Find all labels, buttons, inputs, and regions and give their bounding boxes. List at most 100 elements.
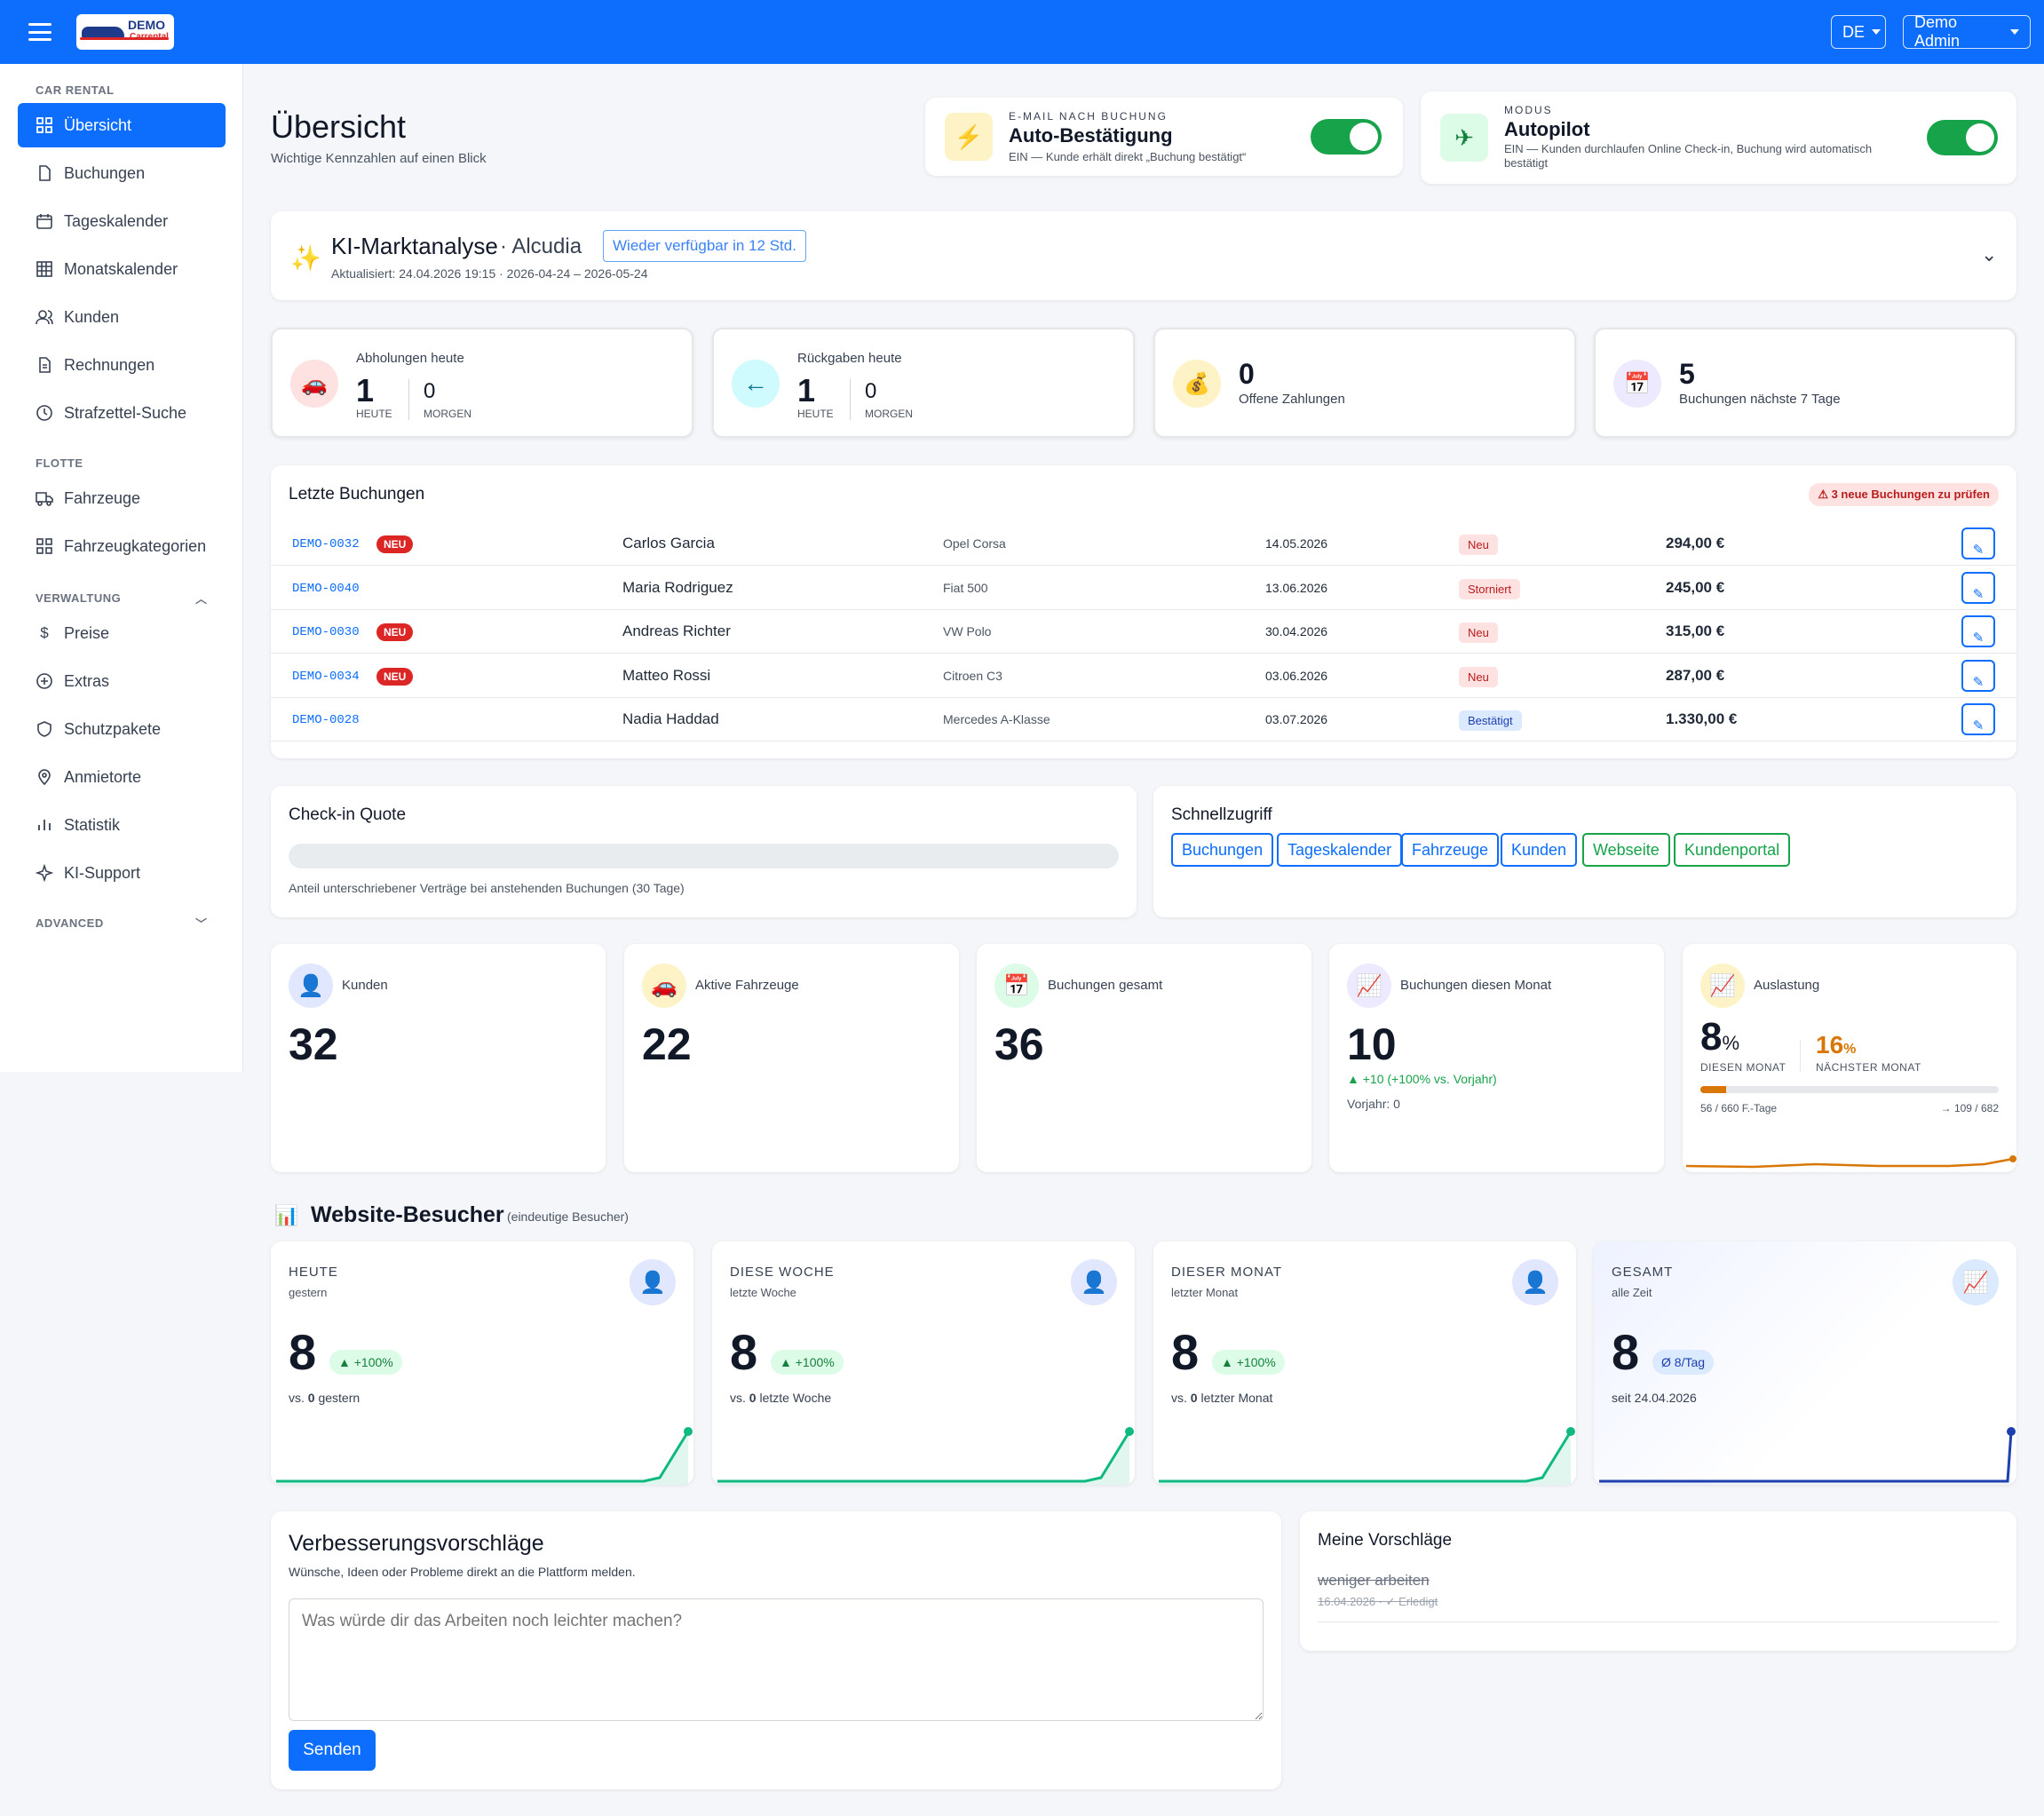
booking-price: 245,00 €	[1666, 578, 1725, 596]
booking-id[interactable]: DEMO-0040	[292, 582, 360, 596]
booking-id[interactable]: DEMO-0030	[292, 625, 360, 639]
sidebar-item-anmietorte[interactable]: Anmietorte	[18, 755, 226, 799]
sidebar-item-uebersicht[interactable]: Übersicht	[18, 103, 226, 147]
visitor-card: HEUTE gestern 👤 8 ▲ +100% vs. 0 gestern	[271, 1241, 693, 1485]
visitor-sparkline	[276, 1427, 693, 1485]
quick-link-kundenportal[interactable]: Kundenportal	[1674, 833, 1791, 867]
utilization-sparkline	[1685, 1155, 2016, 1169]
edit-button[interactable]: ✎	[1961, 571, 1995, 604]
sidebar-item-extras[interactable]: Extras	[18, 659, 226, 703]
sidebar-item-rechnungen[interactable]: Rechnungen	[18, 343, 226, 387]
edit-button[interactable]: ✎	[1961, 527, 1995, 559]
feedback-textarea[interactable]	[289, 1598, 1264, 1721]
autopilot-toggle[interactable]	[1927, 120, 1998, 155]
chevron-down-icon[interactable]: ⌄	[1981, 243, 1997, 266]
feedback-subtitle: Wünsche, Ideen oder Probleme direkt an d…	[289, 1565, 636, 1579]
sidebar-item-ki-support[interactable]: KI-Support	[18, 851, 226, 895]
quick-link-webseite[interactable]: Webseite	[1582, 833, 1670, 867]
sidebar-item-label: Tageskalender	[64, 211, 169, 230]
my-suggestions-card: Meine Vorschläge weniger arbeiten 16.04.…	[1300, 1511, 2016, 1651]
feedback-title: Verbesserungsvorschläge	[289, 1531, 544, 1556]
sidebar-item-label: KI-Support	[64, 863, 141, 882]
kpi-bookings-month-prev: Vorjahr: 0	[1347, 1097, 1400, 1111]
language-dropdown[interactable]: DE	[1831, 15, 1886, 49]
sidebar-item-label: Extras	[64, 671, 110, 690]
user-dropdown[interactable]: Demo Admin	[1903, 13, 2031, 50]
table-row[interactable]: DEMO-0034 NEU Matteo Rossi Citroen C3 03.06.…	[271, 654, 2016, 698]
section-car-rental: CAR RENTAL	[36, 83, 115, 97]
kpi-customers-card: 👤 Kunden 32	[271, 944, 606, 1172]
feedback-card: Verbesserungsvorschläge Wünsche, Ideen o…	[271, 1511, 1281, 1789]
booking-price: 294,00 €	[1666, 535, 1725, 551]
returns-today: 1	[797, 372, 816, 408]
sidebar-item-preise[interactable]: $ Preise	[18, 611, 226, 655]
kpi-customers-label: Kunden	[342, 978, 388, 993]
lightning-icon: ⚡	[945, 113, 993, 161]
chart-up-icon: 📈	[1347, 964, 1391, 1008]
sidebar-item-statistik[interactable]: Statistik	[18, 803, 226, 847]
submit-button[interactable]: Senden	[289, 1730, 376, 1771]
visitor-sparkline	[1159, 1427, 1575, 1485]
pickups-today-label: HEUTE	[356, 408, 392, 420]
booking-price: 287,00 €	[1666, 666, 1725, 684]
sidebar-item-fahrzeuge[interactable]: Fahrzeuge	[18, 476, 226, 520]
table-row[interactable]: DEMO-0032 NEU Carlos Garcia Opel Corsa 14.05…	[271, 522, 2016, 566]
sidebar-item-tageskalender[interactable]: Tageskalender	[18, 199, 226, 243]
sidebar-item-schutzpakete[interactable]: Schutzpakete	[18, 707, 226, 751]
sidebar-item-buchungen[interactable]: Buchungen	[18, 151, 226, 195]
table-row[interactable]: DEMO-0040 Maria Rodriguez Fiat 500 13.06.20…	[271, 567, 2016, 610]
pencil-icon: ✎	[1972, 630, 1985, 646]
edit-button[interactable]: ✎	[1961, 703, 1995, 735]
kpi-utilization-next-unit: %	[1843, 1042, 1857, 1057]
section-advanced[interactable]: ADVANCED ﹀	[36, 916, 207, 931]
kpi-vehicles-label: Aktive Fahrzeuge	[695, 978, 799, 993]
booking-car: Mercedes A-Klasse	[943, 712, 1050, 726]
booking-id[interactable]: DEMO-0032	[292, 537, 360, 551]
auto-confirm-toggle[interactable]	[1311, 119, 1382, 155]
brand-logo[interactable]: DEMO Carrental	[76, 14, 174, 50]
quick-link-fahrzeuge[interactable]: Fahrzeuge	[1401, 833, 1500, 867]
ki-analysis-card[interactable]: ✨ KI-Marktanalyse · Alcudia Wieder verfü…	[271, 211, 2016, 300]
sidebar-item-monatskalender[interactable]: Monatskalender	[18, 247, 226, 291]
quick-link-buchungen[interactable]: Buchungen	[1171, 833, 1274, 867]
top-navbar: DEMO Carrental DE Demo Admin	[0, 0, 2044, 64]
quick-link-tageskalender[interactable]: Tageskalender	[1277, 833, 1403, 867]
sparkles-icon: ✨	[290, 244, 321, 272]
booking-id[interactable]: DEMO-0034	[292, 670, 360, 684]
booking-customer: Carlos Garcia	[622, 535, 715, 551]
dollar-icon: $	[40, 624, 49, 641]
section-verwaltung[interactable]: VERWALTUNG ︿	[36, 591, 207, 606]
bar-chart-icon: 📊	[274, 1204, 299, 1226]
menu-icon[interactable]	[28, 23, 51, 41]
clock-icon	[36, 404, 53, 422]
pickups-today: 1	[356, 372, 375, 408]
visitor-card: DIESER MONAT letzter Monat 👤 8 ▲ +100% vs. 0 …	[1153, 1241, 1576, 1485]
auto-confirm-card: ⚡ E-MAIL NACH BUCHUNG Auto-Bestätigung E…	[925, 98, 1403, 176]
ki-availability-button[interactable]: Wieder verfügbar in 12 Std.	[603, 230, 806, 262]
booking-customer: Nadia Haddad	[622, 710, 719, 727]
chevron-down-icon: ﹀	[195, 917, 208, 931]
edit-button[interactable]: ✎	[1961, 659, 1995, 692]
booking-date: 03.07.2026	[1265, 712, 1328, 726]
ki-updated: Aktualisiert: 24.04.2026 19:15 · 2026-04…	[331, 266, 648, 281]
table-row[interactable]: DEMO-0030 NEU Andreas Richter VW Polo 30.04.…	[271, 610, 2016, 654]
booking-id[interactable]: DEMO-0028	[292, 713, 360, 727]
ki-title: KI-Marktanalyse	[331, 233, 498, 259]
visitor-sparkline	[1599, 1427, 2016, 1485]
edit-button[interactable]: ✎	[1961, 615, 1995, 647]
suggestion-text: weniger arbeiten	[1318, 1572, 1430, 1589]
sidebar-item-kunden[interactable]: Kunden	[18, 295, 226, 339]
sidebar-item-strafzettel[interactable]: Strafzettel-Suche	[18, 391, 226, 435]
sparkle-icon	[36, 864, 53, 882]
quick-link-kunden[interactable]: Kunden	[1501, 833, 1578, 867]
checkin-card: Check-in Quote Anteil unterschriebener V…	[271, 786, 1137, 917]
sidebar-item-fahrzeugkategorien[interactable]: Fahrzeugkategorien	[18, 524, 226, 568]
my-suggestions-title: Meine Vorschläge	[1318, 1531, 1453, 1550]
new-badge: NEU	[376, 623, 414, 641]
money-bag-icon: 💰	[1173, 360, 1221, 408]
table-row[interactable]: DEMO-0028 Nadia Haddad Mercedes A-Klasse 03…	[271, 698, 2016, 741]
caret-down-icon	[1872, 29, 1882, 35]
visitor-card: GESAMT alle Zeit 📈 8 Ø 8/Tag seit 24.04.2026	[1594, 1241, 2016, 1485]
shield-icon	[36, 720, 53, 738]
booking-date: 14.05.2026	[1265, 536, 1328, 551]
